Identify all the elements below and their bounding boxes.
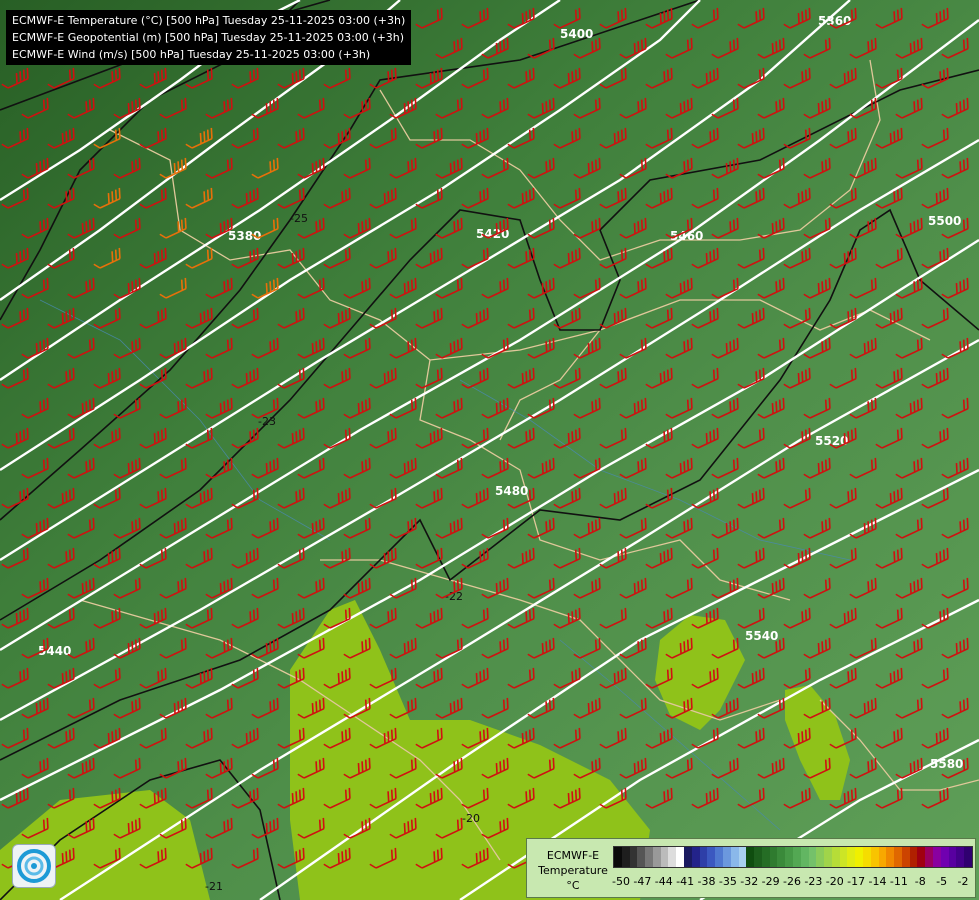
label-5580: 5580	[930, 757, 963, 771]
temperature-legend: ECMWF-E Temperature °C -50 -47 -44 -41 -38 -3…	[526, 838, 976, 898]
legend-tick: -14	[868, 875, 887, 888]
legend-tick: -20	[825, 875, 844, 888]
title-geopotential: ECMWF-E Geopotential (m) [500 hPa] Tuesd…	[12, 31, 405, 44]
label-5380: 5380	[228, 229, 261, 243]
label-5480: 5480	[495, 484, 528, 498]
label-5360: 5360	[818, 14, 851, 28]
label-5500: 5500	[928, 214, 961, 228]
legend-color-bar	[613, 846, 973, 868]
legend-tick: -23	[804, 875, 823, 888]
legend-ticks: -50 -47 -44 -41 -38 -35 -32 -29 -26 -23 -20 -17 -14-…	[612, 875, 971, 889]
legend-tick: -41	[676, 875, 695, 888]
legend-unit: °C	[566, 879, 580, 892]
legend-tick: -17	[847, 875, 866, 888]
legend-tick: -50	[612, 875, 630, 888]
legend-tick: -44	[654, 875, 673, 888]
legend-tick: -8	[914, 875, 926, 888]
legend-tick: -47	[633, 875, 652, 888]
label-25: -25	[290, 212, 308, 225]
legend-title-line1: ECMWF-E	[546, 849, 600, 862]
label-21: -21	[205, 880, 223, 893]
weather-map: 5400 5420 5460 5500 5380 5480 5520 5440 …	[0, 0, 979, 900]
legend-tick: -35	[718, 875, 737, 888]
legend-tick: -2	[957, 875, 969, 888]
label-5540: 5540	[745, 629, 778, 643]
title-temperature: ECMWF-E Temperature (°C) [500 hPa] Tuesd…	[12, 14, 406, 27]
ecmwf-logo-icon	[12, 844, 56, 888]
legend-tick: -5	[936, 875, 948, 888]
title-box: ECMWF-E Temperature (°C) [500 hPa] Tuesd…	[6, 10, 412, 65]
legend-title-line2: Temperature	[538, 864, 608, 877]
legend-title: ECMWF-E Temperature °C	[533, 848, 613, 893]
legend-tick: -32	[740, 875, 759, 888]
legend-tick: -29	[761, 875, 780, 888]
label-5400: 5400	[560, 27, 593, 41]
legend-tick: -11	[889, 875, 908, 888]
title-wind: ECMWF-E Wind (m/s) [500 hPa] Tuesday 25-…	[12, 48, 371, 61]
legend-tick: -38	[697, 875, 716, 888]
label-20: -20	[462, 812, 480, 825]
legend-tick: -26	[783, 875, 801, 888]
